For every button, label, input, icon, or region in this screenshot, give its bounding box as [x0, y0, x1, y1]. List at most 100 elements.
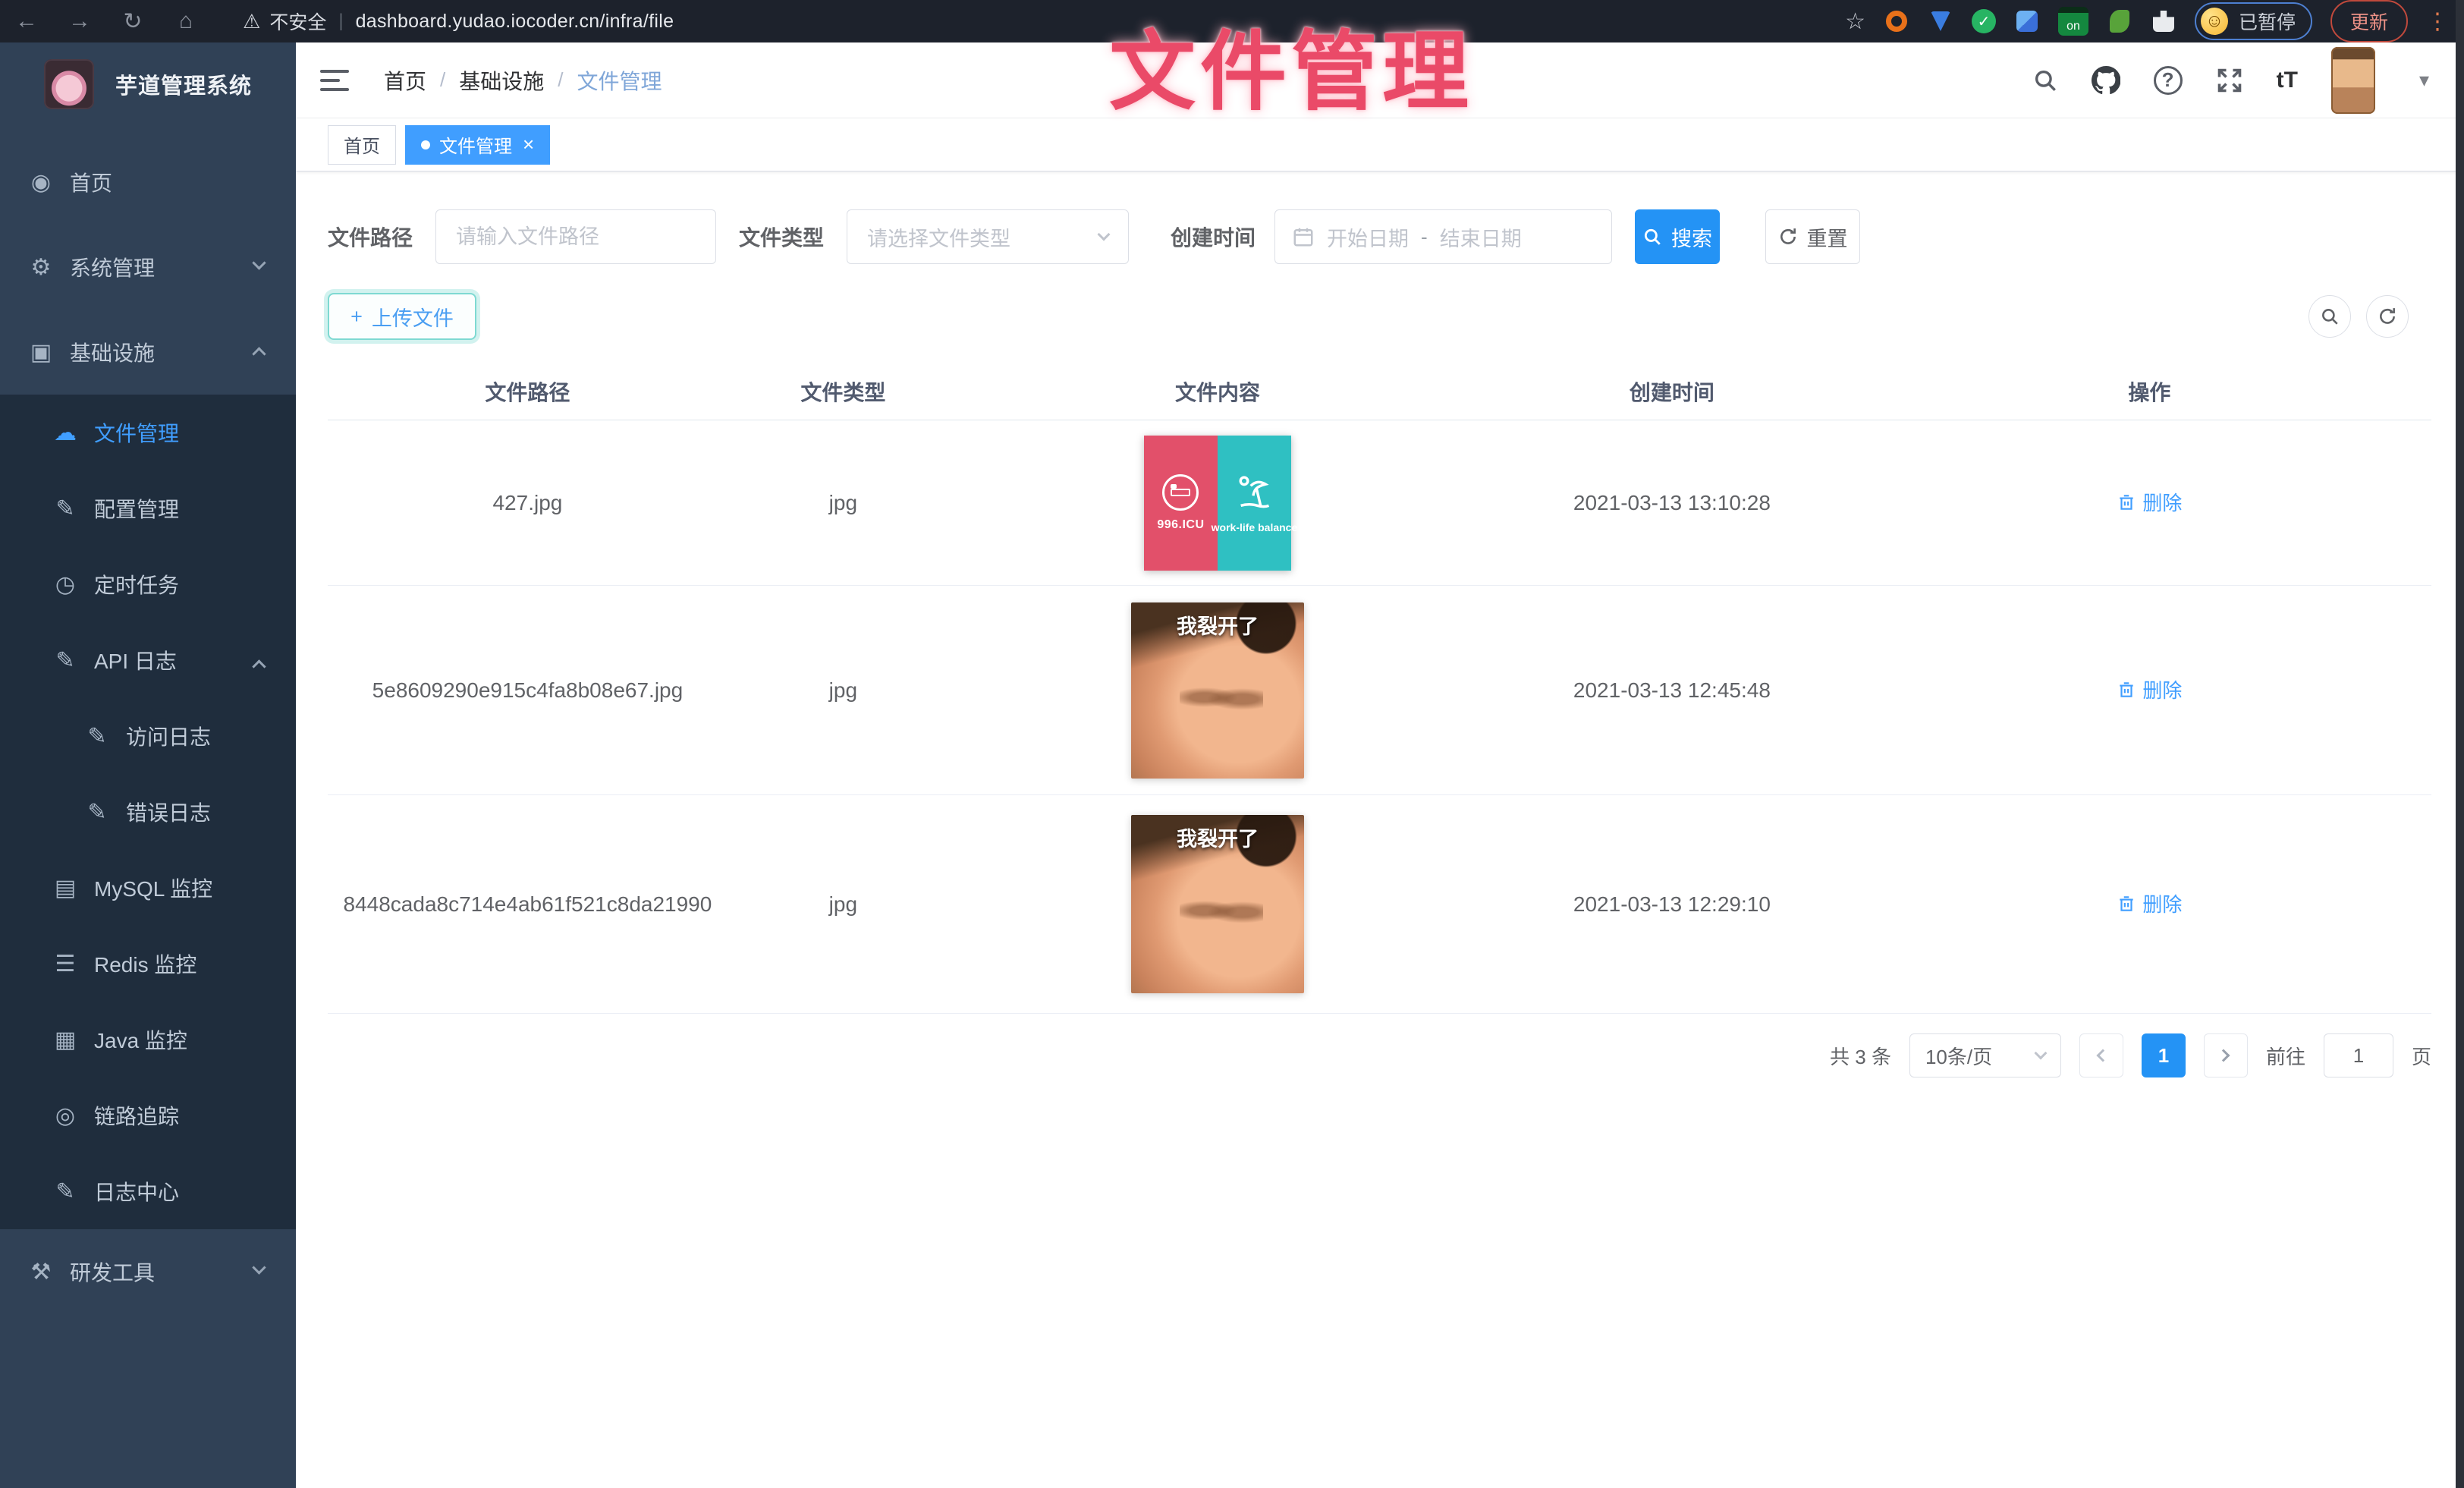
extension-grid-icon[interactable] [2014, 8, 2040, 34]
search-button[interactable]: 搜索 [1635, 209, 1720, 264]
file-content-cell: 996.ICU work-life balance [959, 422, 1476, 584]
sidebar-item-error-logs[interactable]: ✎ 错误日志 [0, 774, 296, 850]
column-file-type: 文件类型 [728, 376, 959, 407]
tab-home[interactable]: 首页 [328, 125, 396, 165]
reset-button[interactable]: 重置 [1765, 209, 1860, 264]
user-menu-caret-icon[interactable]: ▾ [2419, 68, 2429, 92]
sidebar-item-label: 研发工具 [70, 1257, 155, 1287]
font-size-icon[interactable]: tT [2277, 68, 2298, 93]
search-icon[interactable] [2032, 68, 2058, 93]
tab-file-management[interactable]: 文件管理 × [405, 125, 550, 165]
not-secure-warning-icon[interactable]: ⚠ [243, 10, 260, 33]
log-edit-icon: ✎ [82, 723, 112, 750]
sidebar-item-system-management[interactable]: ⚙ 系统管理 [0, 225, 296, 310]
calendar-icon [1292, 225, 1315, 248]
actions-cell: 删除 [1868, 488, 2431, 517]
page-number-current[interactable]: 1 [2142, 1033, 2186, 1077]
delete-button[interactable]: 删除 [2117, 889, 2182, 917]
extension-check-icon[interactable]: ✓ [1972, 9, 1996, 33]
sidebar-item-api-logs[interactable]: ✎ API 日志 [0, 622, 296, 698]
github-icon[interactable] [2092, 66, 2120, 95]
browser-reload-icon[interactable]: ↻ [106, 8, 159, 35]
file-type-placeholder: 请选择文件类型 [867, 222, 1010, 252]
page-unit-label: 页 [2412, 1042, 2431, 1070]
browser-back-icon[interactable]: ← [0, 8, 53, 34]
sidebar-item-infrastructure[interactable]: ▣ 基础设施 [0, 310, 296, 395]
profile-paused-pill[interactable]: ☺ 已暂停 [2195, 2, 2312, 40]
log-edit-icon: ✎ [50, 647, 80, 674]
extension-puzzle-icon[interactable] [2151, 8, 2176, 34]
sidebar-item-link-tracing[interactable]: ◎ 链路追踪 [0, 1077, 296, 1153]
tab-label: 文件管理 [439, 131, 512, 158]
page-size-select[interactable]: 10条/页 [1909, 1033, 2061, 1077]
extension-pin-icon[interactable] [1928, 8, 1953, 34]
browser-update-button[interactable]: 更新 [2330, 0, 2408, 42]
browser-home-icon[interactable]: ⌂ [159, 8, 212, 34]
extension-donut-icon[interactable] [1884, 8, 1909, 34]
file-path-input-field[interactable] [436, 225, 715, 249]
sidebar-item-label: 访问日志 [126, 721, 211, 751]
start-date-placeholder: 开始日期 [1327, 222, 1409, 252]
log-edit-icon: ✎ [82, 799, 112, 826]
window-scrollbar-strip[interactable] [2456, 0, 2464, 1488]
upload-file-button[interactable]: + 上传文件 [328, 293, 476, 340]
sidebar-item-java-monitor[interactable]: ▦ Java 监控 [0, 1002, 296, 1077]
url-divider: | [338, 11, 343, 32]
file-path-cell: 8448cada8c714e4ab61f521c8da21990 [328, 892, 728, 917]
fullscreen-icon[interactable] [2216, 67, 2243, 94]
paused-label: 已暂停 [2239, 8, 2296, 35]
trash-icon [2117, 492, 2136, 512]
help-icon[interactable]: ? [2154, 66, 2183, 95]
close-icon[interactable]: × [523, 133, 534, 156]
file-thumbnail-996icu-banner[interactable]: 996.ICU work-life balance [1144, 436, 1291, 571]
sidebar-item-redis-monitor[interactable]: ☰ Redis 监控 [0, 926, 296, 1002]
address-bar[interactable]: ⚠ 不安全 | dashboard.yudao.iocoder.cn/infra… [243, 8, 674, 35]
not-secure-label: 不安全 [269, 8, 326, 35]
sidebar-item-home[interactable]: ◉ 首页 [0, 140, 296, 225]
toggle-search-button[interactable] [2308, 295, 2351, 338]
bookmark-star-icon[interactable]: ☆ [1845, 8, 1865, 35]
column-file-content: 文件内容 [959, 376, 1476, 407]
extension-on-switch-icon[interactable]: on [2058, 7, 2088, 36]
search-form: 文件路径 文件类型 请选择文件类型 创建时间 [328, 209, 2431, 264]
next-page-button[interactable] [2204, 1033, 2248, 1077]
file-type-select[interactable]: 请选择文件类型 [847, 209, 1129, 264]
date-range-picker[interactable]: 开始日期 - 结束日期 [1274, 209, 1612, 264]
sidebar-item-dev-tools[interactable]: ⚒ 研发工具 [0, 1229, 296, 1314]
url-text[interactable]: dashboard.yudao.iocoder.cn/infra/file [356, 11, 674, 33]
refresh-button[interactable] [2366, 295, 2409, 338]
page-content: 文件路径 文件类型 请选择文件类型 创建时间 [296, 171, 2456, 1108]
breadcrumb-home[interactable]: 首页 [384, 65, 426, 96]
infrastructure-submenu: ☁ 文件管理 ✎ 配置管理 ◷ 定时任务 ✎ API 日志 ✎ [0, 395, 296, 1229]
file-path-label: 文件路径 [328, 222, 413, 252]
sidebar-item-label: Redis 监控 [94, 948, 196, 979]
sidebar-item-access-logs[interactable]: ✎ 访问日志 [0, 698, 296, 774]
file-thumbnail-crying-baby[interactable]: 我裂开了 [1131, 602, 1304, 779]
sidebar-item-mysql-monitor[interactable]: ▤ MySQL 监控 [0, 850, 296, 926]
sidebar: 芋道管理系统 ◉ 首页 ⚙ 系统管理 ▣ 基础设施 ☁ 文件管理 [0, 42, 296, 1488]
navbar-tools: ? tT ▾ [2032, 47, 2429, 114]
sidebar-item-log-center[interactable]: ✎ 日志中心 [0, 1153, 296, 1229]
prev-page-button[interactable] [2079, 1033, 2123, 1077]
file-thumbnail-crying-baby[interactable]: 我裂开了 [1131, 815, 1304, 993]
edit-icon: ✎ [50, 495, 80, 522]
file-path-input[interactable] [435, 209, 716, 264]
sidebar-collapse-icon[interactable] [320, 70, 349, 91]
browser-forward-icon[interactable]: → [53, 8, 106, 34]
chevron-down-icon [1098, 228, 1111, 241]
range-separator: - [1421, 225, 1428, 249]
delete-button[interactable]: 删除 [2117, 675, 2182, 703]
sidebar-item-scheduled-tasks[interactable]: ◷ 定时任务 [0, 546, 296, 622]
extension-leaf-icon[interactable] [2107, 8, 2132, 34]
sidebar-item-config-management[interactable]: ✎ 配置管理 [0, 470, 296, 546]
bed-icon [1162, 474, 1199, 511]
user-avatar[interactable] [2331, 47, 2375, 114]
browser-menu-icon[interactable]: ⋮ [2426, 8, 2450, 35]
sidebar-item-file-management[interactable]: ☁ 文件管理 [0, 395, 296, 470]
goto-page-input[interactable] [2324, 1033, 2393, 1077]
breadcrumb: 首页 / 基础设施 / 文件管理 [384, 65, 662, 96]
column-create-time: 创建时间 [1476, 376, 1868, 407]
breadcrumb-infrastructure[interactable]: 基础设施 [459, 65, 544, 96]
delete-button[interactable]: 删除 [2117, 488, 2182, 516]
chevron-down-icon [252, 1260, 266, 1274]
